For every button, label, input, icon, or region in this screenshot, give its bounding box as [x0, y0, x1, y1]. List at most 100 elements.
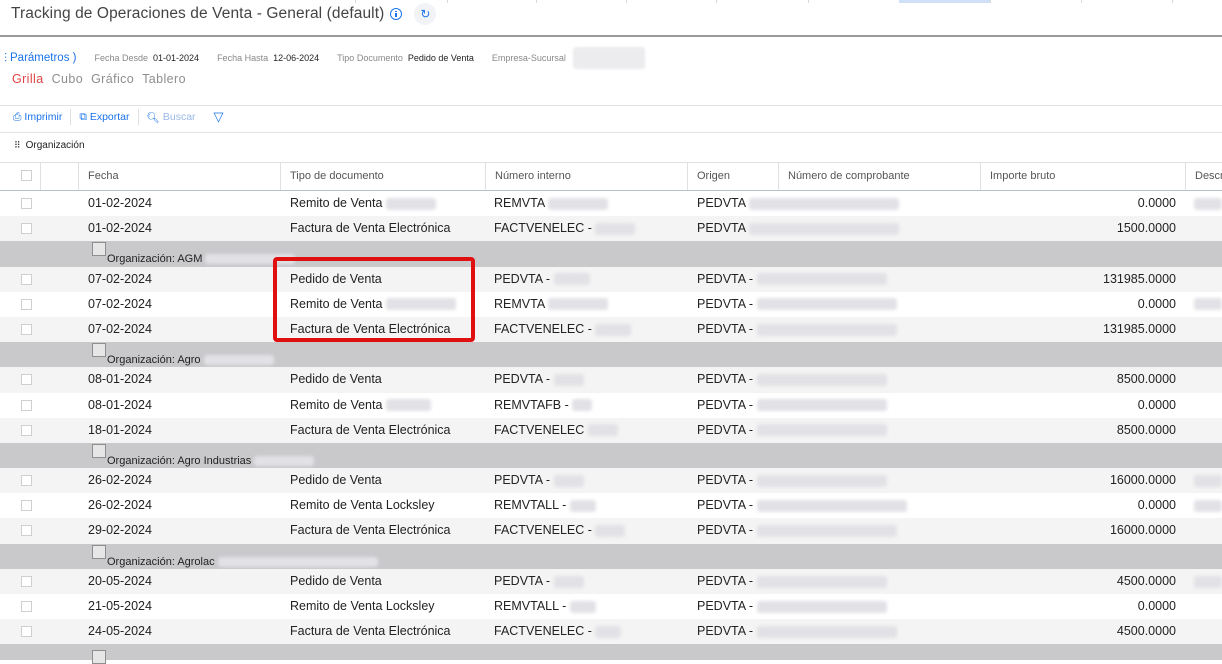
- cell-descr: [1194, 468, 1222, 493]
- cell-interno: FACTVENELEC -: [494, 619, 622, 644]
- grouping-panel[interactable]: ⠿ Organización: [14, 140, 85, 151]
- group-checkbox[interactable]: [92, 544, 106, 559]
- cell-fecha: 08-01-2024: [88, 397, 152, 412]
- table-row[interactable]: 21-05-2024 Remito de Venta Locksley REMV…: [0, 594, 1222, 619]
- row-checkbox[interactable]: [21, 399, 32, 411]
- group-label: Organización: Agro Industrias: [107, 454, 315, 468]
- cell-origen: PEDVTA -: [697, 594, 887, 619]
- cell-origen: PEDVTA -: [697, 569, 887, 594]
- table-row[interactable]: 18-01-2024 Factura de Venta Electrónica …: [0, 417, 1222, 443]
- row-checkbox[interactable]: [21, 626, 32, 638]
- param-empresa-sucursal[interactable]: Empresa-Sucursal: [492, 47, 645, 69]
- column-header[interactable]: Tipo de documento: [280, 163, 485, 190]
- cell-importe: 0.0000: [1137, 397, 1176, 412]
- cell-importe: 131985.0000: [1103, 271, 1176, 286]
- grid-header: Fecha Tipo de documento Número interno O…: [0, 162, 1222, 191]
- cell-tipo: Pedido de Venta: [290, 372, 382, 387]
- row-checkbox[interactable]: [21, 424, 32, 436]
- group-checkbox[interactable]: [92, 650, 106, 664]
- table-row[interactable]: 01-02-2024 Remito de Venta REMVTA PEDVTA…: [0, 191, 1222, 216]
- param-label: Fecha Hasta: [217, 53, 269, 63]
- column-header[interactable]: Importe bruto: [980, 163, 1185, 190]
- cell-tipo: Remito de Venta Locksley: [290, 498, 435, 513]
- column-header[interactable]: Número interno: [485, 163, 687, 190]
- cell-importe: 0.0000: [1137, 599, 1176, 613]
- cell-origen: PEDVTA -: [697, 468, 887, 493]
- cell-tipo: Remito de Venta: [290, 393, 431, 418]
- filter-icon[interactable]: ▽: [214, 109, 224, 125]
- row-checkbox[interactable]: [21, 575, 32, 587]
- cell-origen: PEDVTA: [697, 191, 899, 216]
- row-checkbox[interactable]: [21, 198, 32, 209]
- row-checkbox[interactable]: [21, 374, 32, 386]
- row-checkbox[interactable]: [21, 475, 32, 487]
- row-checkbox[interactable]: [21, 525, 32, 537]
- tab-grilla[interactable]: Grilla: [12, 72, 44, 86]
- printer-icon: ⎙: [13, 110, 22, 123]
- table-row[interactable]: 29-02-2024 Factura de Venta Electrónica …: [0, 518, 1222, 544]
- view-tabs: Grilla Cubo Gráfico Tablero: [12, 72, 186, 86]
- row-checkbox[interactable]: [21, 323, 32, 335]
- column-header[interactable]: Descr: [1185, 163, 1222, 190]
- cell-origen: PEDVTA -: [697, 393, 887, 418]
- cell-tipo: Factura de Venta Electrónica: [290, 422, 451, 437]
- param-fecha-hasta[interactable]: Fecha Hasta 12-06-2024: [217, 53, 319, 63]
- search-button[interactable]: 🔍︎ Buscar: [147, 111, 204, 124]
- group-label: Organización: Agro: [107, 353, 274, 367]
- select-all-checkbox[interactable]: [21, 170, 32, 181]
- grip-icon: ⠿: [14, 140, 21, 150]
- cell-importe: 131985.0000: [1103, 321, 1176, 336]
- table-row[interactable]: 26-02-2024 Pedido de Venta PEDVTA - PEDV…: [0, 468, 1222, 494]
- group-row[interactable]: Organización: Agro: [0, 342, 1222, 368]
- table-row[interactable]: 01-02-2024 Factura de Venta Electrónica …: [0, 216, 1222, 242]
- tab-grafico[interactable]: Gráfico: [91, 72, 134, 86]
- cell-origen: PEDVTA -: [697, 367, 887, 392]
- cell-importe: 8500.0000: [1116, 422, 1176, 437]
- table-row[interactable]: 08-01-2024 Pedido de Venta PEDVTA - PEDV…: [0, 367, 1222, 393]
- export-label: Exportar: [89, 111, 130, 123]
- row-checkbox[interactable]: [21, 500, 32, 512]
- cell-importe: 4500.0000: [1116, 573, 1176, 588]
- cell-fecha: 29-02-2024: [88, 523, 152, 538]
- cell-tipo: Remito de Venta: [290, 191, 436, 216]
- table-row[interactable]: 07-02-2024 Factura de Venta Electrónica …: [0, 316, 1222, 343]
- row-checkbox[interactable]: [21, 298, 32, 310]
- group-checkbox[interactable]: [92, 242, 106, 257]
- refresh-button[interactable]: ↻: [414, 3, 437, 25]
- cell-origen: PEDVTA -: [697, 267, 887, 292]
- param-tipo-documento[interactable]: Tipo Documento Pedido de Venta: [337, 53, 474, 63]
- grid-toolbar: ⎙ Imprimir ⧉ Exportar 🔍︎ Buscar ▽: [13, 107, 224, 127]
- column-header[interactable]: Fecha: [78, 163, 280, 190]
- row-checkbox[interactable]: [21, 273, 32, 285]
- toolbar-separator: [137, 109, 139, 125]
- cell-tipo: Factura de Venta Electrónica: [290, 221, 451, 236]
- group-row[interactable]: Organización: Agrolac: [0, 543, 1222, 569]
- column-header[interactable]: Número de comprobante: [778, 163, 980, 190]
- group-checkbox[interactable]: [92, 443, 106, 458]
- title-divider: [0, 35, 1222, 37]
- table-row[interactable]: 20-05-2024 Pedido de Venta PEDVTA - PEDV…: [0, 568, 1222, 594]
- group-row[interactable]: Organización: Agro Industrias: [0, 442, 1222, 469]
- group-row[interactable]: [0, 644, 1222, 664]
- table-row[interactable]: 26-02-2024 Remito de Venta Locksley REMV…: [0, 493, 1222, 518]
- row-checkbox[interactable]: [21, 601, 32, 612]
- cell-fecha: 01-02-2024: [88, 221, 152, 236]
- row-checkbox[interactable]: [21, 223, 32, 235]
- parameters-link[interactable]: ⫶ Parámetros ): [4, 51, 76, 66]
- group-checkbox[interactable]: [92, 343, 106, 358]
- table-row[interactable]: 08-01-2024 Remito de Venta REMVTAFB - PE…: [0, 393, 1222, 418]
- info-icon[interactable]: [390, 8, 403, 20]
- table-row[interactable]: 07-02-2024 Remito de Venta REMVTA PEDVTA…: [0, 292, 1222, 317]
- tab-tablero[interactable]: Tablero: [142, 72, 186, 86]
- column-header[interactable]: Origen: [687, 163, 778, 190]
- table-row[interactable]: 07-02-2024 Pedido de Venta PEDVTA - PEDV…: [0, 266, 1222, 292]
- group-row[interactable]: Organización: AGM: [0, 241, 1222, 267]
- cell-fecha: 08-01-2024: [88, 372, 152, 387]
- table-row[interactable]: 24-05-2024 Factura de Venta Electrónica …: [0, 619, 1222, 645]
- param-fecha-desde[interactable]: Fecha Desde 01-01-2024: [94, 53, 199, 63]
- export-button[interactable]: ⧉ Exportar: [79, 111, 137, 124]
- cell-interno: FACTVENELEC: [494, 418, 618, 443]
- tab-cubo[interactable]: Cubo: [52, 72, 83, 86]
- toolbar-divider: [0, 105, 1222, 106]
- print-button[interactable]: ⎙ Imprimir: [13, 111, 70, 124]
